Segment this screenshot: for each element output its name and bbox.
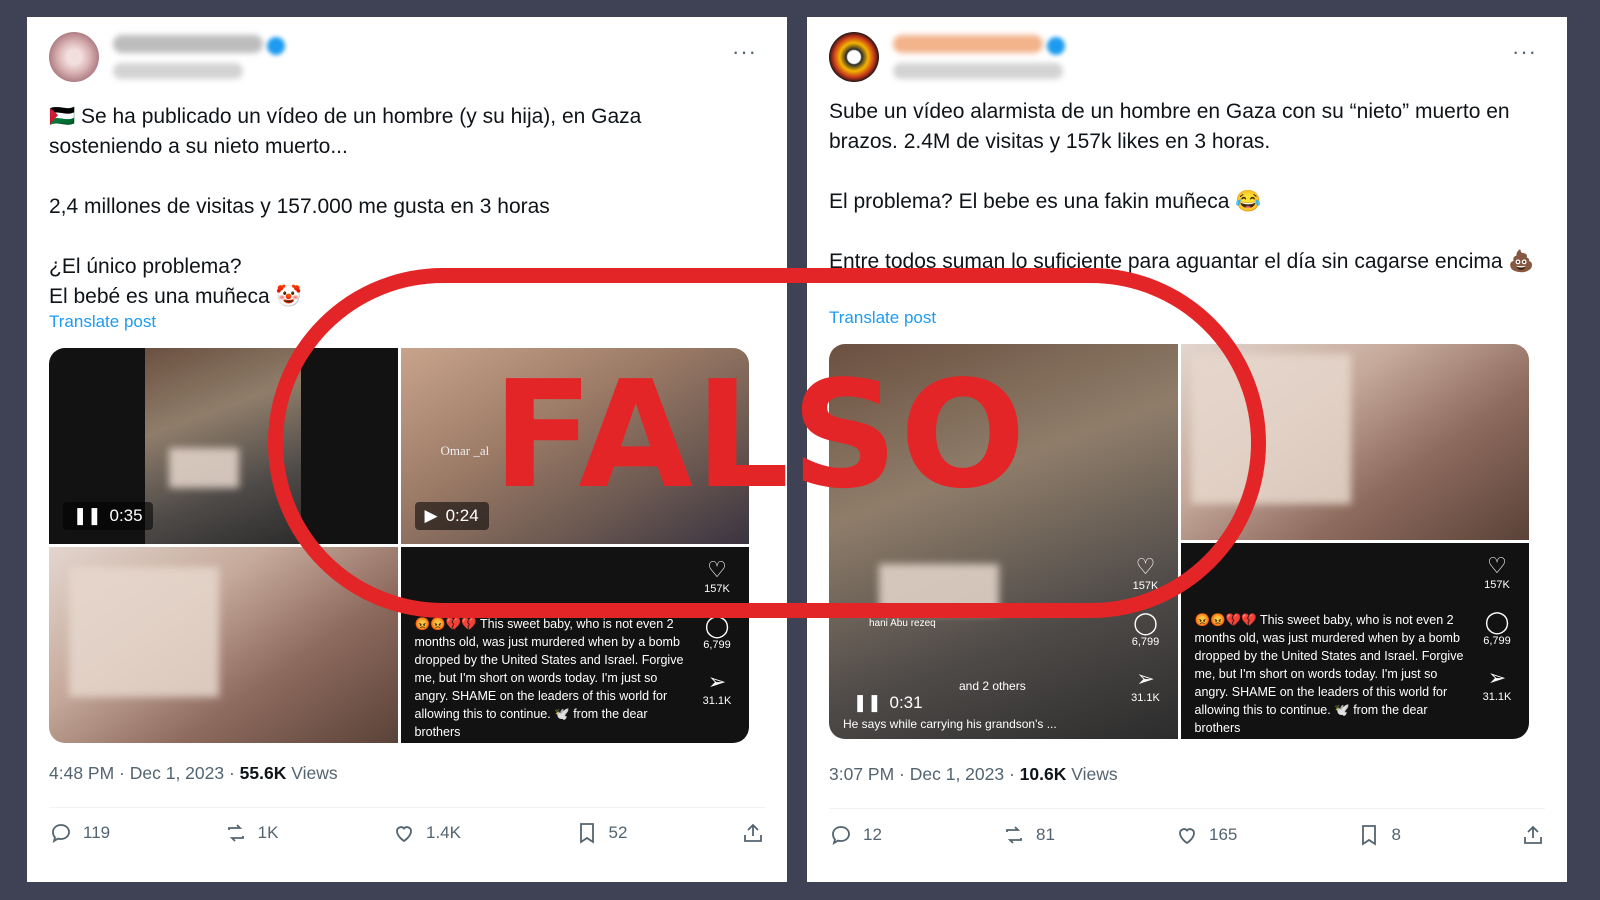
- tweet-text: Sube un vídeo alarmista de un hombre en …: [829, 100, 1535, 273]
- share-icon[interactable]: ➢: [1477, 665, 1517, 691]
- repost-icon: [227, 824, 244, 842]
- pause-icon[interactable]: ❚❚: [853, 693, 882, 713]
- views-count: 10.6K: [1019, 764, 1067, 784]
- video-share-count: 31.1K: [1482, 691, 1512, 703]
- verified-badge-icon: [1047, 37, 1065, 55]
- heart-icon[interactable]: ♡: [1477, 553, 1517, 579]
- bookmark-count: 8: [1391, 825, 1401, 844]
- repost-count: 81: [1036, 825, 1055, 844]
- like-count: 165: [1209, 825, 1238, 844]
- action-bar: 12 81 165 8: [829, 823, 1545, 847]
- video-side-actions: ♡ 157K ◯ 6,799 ➢ 31.1K: [697, 557, 737, 725]
- video-tile[interactable]: ♡ 157K ◯ 6,799 ➢ 31.1K 😡😡💔💔 This sweet baby…: [1180, 543, 1529, 739]
- video-comment-count: 6,799: [1483, 635, 1511, 647]
- repost-button[interactable]: 81: [1002, 823, 1055, 847]
- share-button[interactable]: [1521, 823, 1545, 847]
- avatar[interactable]: [829, 32, 879, 82]
- bookmark-icon: [579, 823, 594, 844]
- video-comment-count: 6,799: [1131, 636, 1160, 648]
- video-comment-count: 6,799: [703, 639, 731, 651]
- divider: [829, 808, 1545, 809]
- video-share-count: 31.1K: [1131, 692, 1160, 704]
- verified-badge-icon: [267, 37, 285, 55]
- repost-button[interactable]: 1K: [224, 821, 279, 845]
- video-caption: He says while carrying his grandson's ..…: [843, 717, 1057, 731]
- video-side-actions: ♡ 157K ◯ 6,799 ➢ 31.1K: [1126, 554, 1166, 722]
- bookmark-count: 52: [608, 823, 628, 842]
- bookmark-icon: [1362, 825, 1377, 846]
- avatar[interactable]: [49, 32, 99, 82]
- translate-post-link[interactable]: Translate post: [49, 312, 156, 332]
- pause-icon[interactable]: ❚❚: [73, 506, 102, 526]
- views-label: Views: [286, 763, 338, 783]
- video-like-count: 157K: [1484, 579, 1510, 591]
- reply-count: 119: [83, 823, 111, 842]
- video-like-count: 157K: [1132, 580, 1159, 592]
- share-icon[interactable]: ➢: [1126, 666, 1166, 692]
- like-button[interactable]: 1.4K: [392, 821, 461, 845]
- heart-icon[interactable]: ♡: [1126, 554, 1166, 580]
- play-icon[interactable]: ▶: [425, 506, 438, 526]
- tweet-card-right: ··· Sube un vídeo alarmista de un hombre…: [807, 17, 1567, 882]
- views-label: Views: [1066, 764, 1118, 784]
- video-tile[interactable]: ♡ 157K ◯ 6,799 ➢ 31.1K 😡😡💔💔 This sweet baby…: [400, 547, 749, 743]
- video-tile[interactable]: Omar _al ▶ 0:24: [400, 348, 749, 544]
- share-button[interactable]: [741, 821, 765, 845]
- reply-button[interactable]: 12: [829, 823, 882, 847]
- video-overlay-text: 😡😡💔💔 This sweet baby, who is not even 2 …: [1194, 613, 1464, 735]
- video-share-count: 31.1K: [702, 695, 732, 707]
- reply-icon: [832, 826, 850, 845]
- heart-icon: [1179, 828, 1195, 845]
- media-grid: ♡ 157K ◯ 6,799 ➢ 31.1K hani Abu rezeq and 2…: [829, 344, 1529, 739]
- tweet-card-left: ··· 🇵🇸 Se ha publicado un vídeo de un ho…: [27, 17, 787, 882]
- translate-post-link[interactable]: Translate post: [829, 308, 936, 328]
- bookmark-button[interactable]: 8: [1357, 823, 1401, 847]
- share-icon: [1524, 825, 1542, 844]
- heart-icon[interactable]: ♡: [697, 557, 737, 583]
- image-tile[interactable]: [49, 547, 398, 743]
- video-tile[interactable]: ❚❚ 0:35: [49, 348, 398, 544]
- reply-count: 12: [863, 825, 882, 844]
- more-options-button[interactable]: ···: [1512, 39, 1537, 65]
- timestamp-text[interactable]: 4:48 PM · Dec 1, 2023 ·: [49, 763, 240, 783]
- repost-count: 1K: [257, 823, 279, 842]
- bookmark-button[interactable]: 52: [575, 821, 628, 845]
- timestamp-text[interactable]: 3:07 PM · Dec 1, 2023 ·: [829, 764, 1020, 784]
- media-grid: ❚❚ 0:35 Omar _al ▶ 0:24 ♡ 157K ◯ 6,799 ➢ 31.1…: [49, 348, 749, 743]
- video-side-actions: ♡ 157K ◯ 6,799 ➢ 31.1K: [1477, 553, 1517, 721]
- video-like-count: 157K: [704, 583, 730, 595]
- divider: [49, 807, 765, 808]
- share-icon[interactable]: ➢: [697, 669, 737, 695]
- tweet-text: 🇵🇸 Se ha publicado un vídeo de un hombre…: [49, 105, 642, 308]
- heart-icon: [396, 826, 412, 843]
- comment-icon[interactable]: ◯: [1126, 610, 1166, 636]
- tweet-timestamp: 3:07 PM · Dec 1, 2023 · 10.6K Views: [829, 764, 1118, 785]
- views-count: 55.6K: [239, 763, 287, 783]
- action-bar: 119 1K 1.4K 52: [49, 821, 765, 845]
- more-options-button[interactable]: ···: [732, 39, 757, 65]
- video-overlay-text: 😡😡💔💔 This sweet baby, who is not even 2 …: [414, 617, 684, 739]
- share-icon: [744, 823, 762, 842]
- video-duration: ❚❚ 0:35: [63, 502, 153, 530]
- comment-icon[interactable]: ◯: [1477, 609, 1517, 635]
- like-button[interactable]: 165: [1175, 823, 1237, 847]
- video-watermark: Omar _al: [440, 443, 490, 458]
- blurred-display-name[interactable]: [893, 35, 1043, 53]
- image-tile[interactable]: [1180, 344, 1529, 540]
- video-meta: and 2 others: [959, 679, 1026, 693]
- reply-icon: [52, 824, 70, 843]
- video-duration: ▶ 0:24: [414, 502, 489, 530]
- tweet-timestamp: 4:48 PM · Dec 1, 2023 · 55.6K Views: [49, 763, 338, 784]
- blurred-handle: [113, 63, 243, 79]
- like-count: 1.4K: [426, 823, 461, 842]
- video-tile[interactable]: ♡ 157K ◯ 6,799 ➢ 31.1K hani Abu rezeq and 2…: [829, 344, 1178, 739]
- blurred-display-name[interactable]: [113, 35, 263, 53]
- reply-button[interactable]: 119: [49, 821, 110, 845]
- comment-icon[interactable]: ◯: [697, 613, 737, 639]
- repost-icon: [1006, 826, 1022, 844]
- blurred-handle: [893, 63, 1063, 79]
- video-duration: ❚❚ 0:31: [853, 693, 923, 713]
- video-user-tag: hani Abu rezeq: [869, 618, 936, 629]
